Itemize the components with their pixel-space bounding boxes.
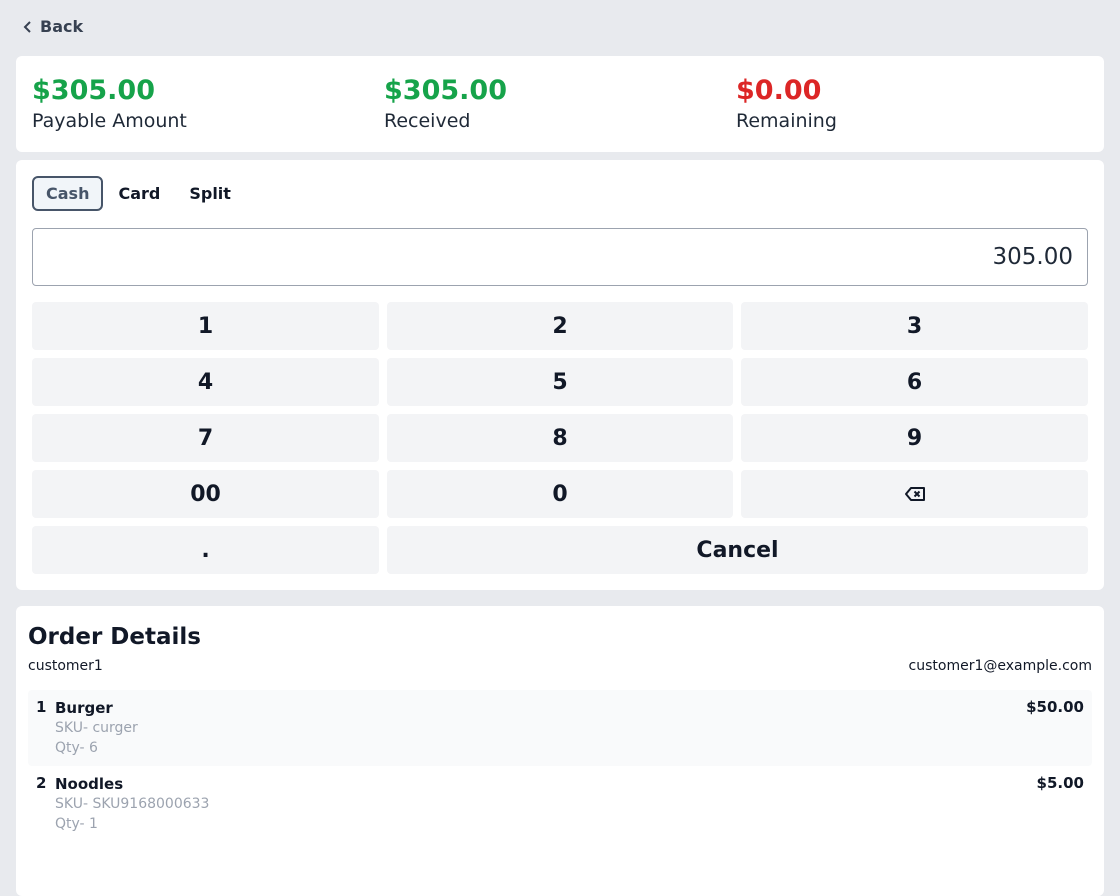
key-4[interactable]: 4 — [32, 358, 379, 406]
item-index: 1 — [36, 698, 47, 716]
tab-split[interactable]: Split — [175, 176, 245, 211]
backspace-button[interactable] — [741, 470, 1088, 518]
numeric-keypad: 1 2 3 4 5 6 7 8 9 00 0 . Cancel — [32, 302, 1088, 574]
back-label: Back — [40, 17, 84, 36]
list-item: 2 Noodles SKU- SKU9168000633 Qty- 1 $5.0… — [28, 766, 1092, 842]
list-item: 1 Burger SKU- curger Qty- 6 $50.00 — [28, 690, 1092, 766]
key-6[interactable]: 6 — [741, 358, 1088, 406]
key-decimal[interactable]: . — [32, 526, 379, 574]
payable-summary: $305.00 Payable Amount — [32, 74, 384, 152]
tab-card[interactable]: Card — [104, 176, 174, 211]
item-sku: SKU- SKU9168000633 — [55, 796, 210, 812]
customer-info: customer1 customer1@example.com — [28, 658, 1092, 674]
key-00[interactable]: 00 — [32, 470, 379, 518]
key-8[interactable]: 8 — [387, 414, 733, 462]
order-details-panel: Order Details customer1 customer1@exampl… — [16, 606, 1104, 896]
payment-summary: $305.00 Payable Amount $305.00 Received … — [16, 56, 1104, 152]
key-5[interactable]: 5 — [387, 358, 733, 406]
item-price: $5.00 — [1036, 774, 1084, 792]
item-info: Noodles SKU- SKU9168000633 Qty- 1 — [55, 774, 1037, 834]
received-amount: $305.00 — [384, 75, 507, 106]
tab-cash[interactable]: Cash — [32, 176, 104, 211]
received-label: Received — [384, 110, 471, 132]
customer-email: customer1@example.com — [908, 658, 1092, 674]
order-items-list: 1 Burger SKU- curger Qty- 6 $50.00 2 Noo… — [28, 690, 1092, 842]
key-7[interactable]: 7 — [32, 414, 379, 462]
item-info: Burger SKU- curger Qty- 6 — [55, 698, 1026, 758]
item-qty: Qty- 6 — [55, 740, 98, 756]
received-summary: $305.00 Received — [384, 74, 736, 152]
remaining-summary: $0.00 Remaining — [736, 74, 1088, 152]
item-name: Burger — [55, 699, 113, 717]
item-index: 2 — [36, 774, 47, 792]
key-1[interactable]: 1 — [32, 302, 379, 350]
item-sku: SKU- curger — [55, 720, 138, 736]
remaining-amount: $0.00 — [736, 75, 822, 106]
key-0[interactable]: 0 — [387, 470, 733, 518]
item-name: Noodles — [55, 775, 124, 793]
customer-name: customer1 — [28, 658, 103, 674]
cancel-button[interactable]: Cancel — [387, 526, 1088, 574]
key-2[interactable]: 2 — [387, 302, 733, 350]
remaining-label: Remaining — [736, 110, 837, 132]
back-button[interactable]: Back — [22, 17, 83, 36]
chevron-left-icon — [23, 20, 31, 33]
order-details-title: Order Details — [28, 624, 201, 650]
payable-amount: $305.00 — [32, 75, 155, 106]
backspace-icon — [904, 487, 925, 501]
payment-panel: Cash Card Split 1 2 3 4 5 6 7 8 9 00 0 .… — [16, 160, 1104, 590]
item-qty: Qty- 1 — [55, 816, 98, 832]
key-3[interactable]: 3 — [741, 302, 1088, 350]
item-price: $50.00 — [1026, 698, 1084, 716]
key-9[interactable]: 9 — [741, 414, 1088, 462]
payment-method-tabs: Cash Card Split — [32, 176, 1088, 212]
amount-input[interactable] — [32, 228, 1088, 286]
payable-label: Payable Amount — [32, 110, 187, 132]
